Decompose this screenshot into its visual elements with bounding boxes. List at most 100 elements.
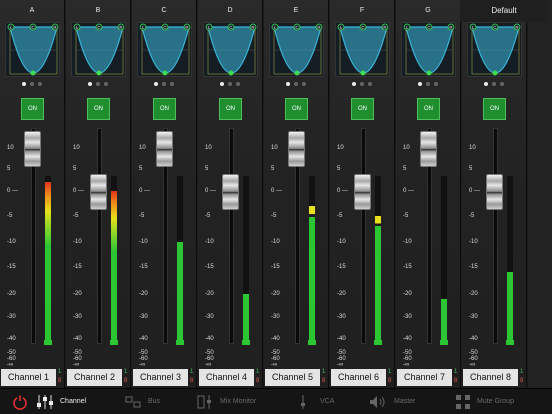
eq-curve-display[interactable]: LCR (269, 22, 324, 77)
eq-curve-display[interactable]: LCR (5, 22, 60, 77)
db-tick-label: -15 (271, 264, 280, 270)
db-tick-label: -10 (205, 239, 214, 245)
channel-on-button[interactable]: ON (21, 98, 44, 120)
channel-on-button[interactable]: ON (219, 98, 242, 120)
channel-strip: F L C R ON 10 5 0 — -5 -10 -15 -20 -30 -40 -50 -60 -∞ Cha… (330, 0, 395, 388)
tab-master[interactable]: Master (368, 389, 428, 414)
level-meter (242, 175, 250, 344)
tab-mute-group[interactable]: Mute Group (455, 389, 535, 414)
db-tick-label: -20 (403, 291, 412, 297)
faders-icon (37, 395, 53, 409)
fader-knob[interactable] (288, 131, 305, 167)
db-tick-label: -40 (205, 336, 214, 342)
fader-knob[interactable] (420, 131, 437, 167)
tab-master-label: Master (394, 398, 416, 405)
channel-name[interactable]: Channel 4 (199, 369, 254, 386)
channel-index-bottom: 8 (322, 378, 326, 384)
fader-track (361, 128, 366, 344)
level-meter-fill (243, 294, 249, 343)
eq-curve-display[interactable]: LCR (203, 22, 258, 77)
channel-on-button[interactable]: ON (87, 98, 110, 120)
db-tick-label: 0 — (271, 188, 283, 194)
channel-strip: G L C R ON 10 5 0 — -5 -10 -15 -20 -30 -40 -50 -60 -∞ Cha… (396, 0, 461, 388)
channel-on-button[interactable]: ON (153, 98, 176, 120)
db-tick-label: -15 (7, 264, 16, 270)
db-tick-label: -30 (403, 314, 412, 320)
level-meter (440, 175, 448, 344)
db-tick-label: -15 (139, 264, 148, 270)
db-tick-label: -∞ (73, 362, 80, 368)
preset-label[interactable]: Default (460, 0, 548, 22)
channel-strip: B L C R ON 10 5 0 — -5 -10 -15 -20 -30 -40 -50 -60 -∞ Cha… (66, 0, 131, 388)
channel-index-bottom: 8 (388, 378, 392, 384)
eq-curve-display[interactable]: LCR (71, 22, 126, 77)
channel-name[interactable]: Channel 5 (265, 369, 320, 386)
power-icon (13, 395, 27, 410)
db-tick-label: -15 (205, 264, 214, 270)
fader-knob[interactable] (24, 131, 41, 167)
db-tick-label: -40 (271, 336, 280, 342)
channel-on-button[interactable]: ON (483, 98, 506, 120)
eq-point (294, 70, 300, 76)
strip-letter-label: E (293, 7, 299, 14)
meter-floor (308, 340, 316, 345)
db-tick-label: -30 (337, 314, 346, 320)
mute-group-icon (456, 395, 470, 409)
tab-bus[interactable]: Bus (124, 389, 174, 414)
level-meter (44, 175, 52, 344)
db-tick-label: -15 (469, 264, 478, 270)
db-tick-label: -∞ (7, 362, 14, 368)
vca-fader-icon (301, 395, 305, 409)
db-tick-label: -10 (469, 239, 478, 245)
db-tick-label: -10 (271, 239, 280, 245)
meter-floor (242, 340, 250, 345)
level-meter-fill (375, 216, 381, 343)
channel-on-button[interactable]: ON (351, 98, 374, 120)
strip-letter-label: C (161, 7, 167, 14)
power-button[interactable] (12, 389, 32, 414)
fader-knob[interactable] (486, 174, 503, 210)
db-tick-label: -30 (73, 314, 82, 320)
eq-curve-display[interactable]: LCR (335, 22, 390, 77)
tab-mix-monitor[interactable]: Mix Monitor (196, 389, 276, 414)
page-indicator (330, 82, 394, 86)
tab-channel[interactable]: Channel (36, 389, 96, 414)
channel-name[interactable]: Channel 1 (1, 369, 56, 386)
tab-vca[interactable]: VCA (298, 389, 348, 414)
fader-knob[interactable] (354, 174, 371, 210)
db-tick-label: 0 — (7, 188, 19, 194)
tab-channel-label: Channel (60, 398, 87, 405)
level-meter-fill (507, 272, 513, 343)
db-tick-label: 5 (73, 166, 77, 172)
channel-name[interactable]: Channel 3 (133, 369, 188, 386)
channel-index-top: 1 (124, 369, 128, 375)
db-tick-label: 10 (469, 145, 476, 151)
db-tick-label: -5 (403, 213, 409, 219)
channel-strip: L C R ON 10 5 0 — -5 -10 -15 -20 -30 -40 -50 -60 -∞ Chan… (462, 0, 527, 388)
level-meter-fill (45, 182, 51, 343)
level-meter-fill (177, 242, 183, 343)
channel-index-bottom: 8 (58, 378, 62, 384)
channel-on-button[interactable]: ON (285, 98, 308, 120)
channel-strip: A L C R ON 10 5 0 — -5 -10 -15 -20 -30 -40 -50 -60 -∞ Cha… (0, 0, 65, 388)
channel-strip: E L C R ON 10 5 0 — -5 -10 -15 -20 -30 -40 -50 -60 -∞ Cha… (264, 0, 329, 388)
db-tick-label: -10 (403, 239, 412, 245)
fader-knob[interactable] (156, 131, 173, 167)
eq-curve-display[interactable]: LCR (401, 22, 456, 77)
channel-strip: C L C R ON 10 5 0 — -5 -10 -15 -20 -30 -40 -50 -60 -∞ Cha… (132, 0, 197, 388)
channel-name[interactable]: Channel 8 (463, 369, 518, 386)
eq-curve-display[interactable]: LCR (137, 22, 192, 77)
channel-name[interactable]: Channel 2 (67, 369, 122, 386)
channel-on-button[interactable]: ON (417, 98, 440, 120)
db-tick-label: -10 (7, 239, 16, 245)
eq-curve-display[interactable]: LCR (467, 22, 522, 77)
strip-letter-label: D (227, 7, 233, 14)
channel-name[interactable]: Channel 7 (397, 369, 452, 386)
db-tick-label: -15 (403, 264, 412, 270)
fader-knob[interactable] (90, 174, 107, 210)
fader-track (229, 128, 234, 344)
fader-knob[interactable] (222, 174, 239, 210)
channel-name[interactable]: Channel 6 (331, 369, 386, 386)
db-tick-label: -∞ (469, 362, 476, 368)
page-indicator (396, 82, 460, 86)
